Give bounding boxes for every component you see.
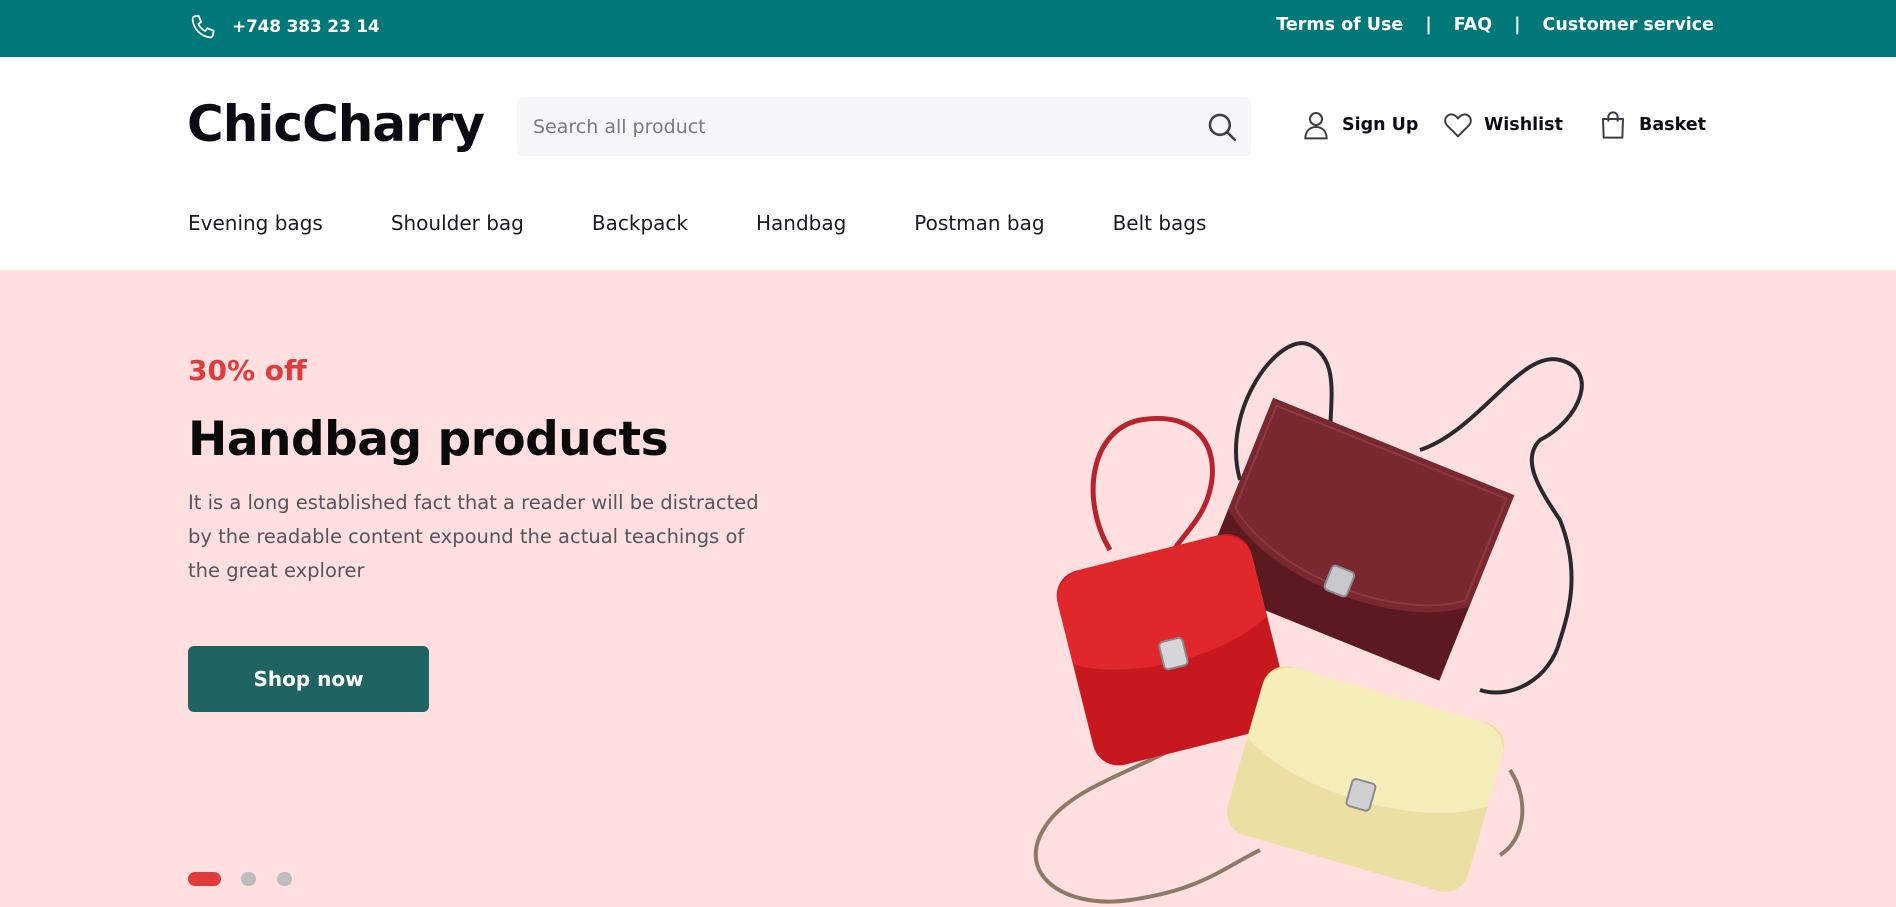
site-logo[interactable]: ChicCharry <box>187 95 485 153</box>
slide-dot-2[interactable] <box>241 872 256 886</box>
wishlist-button[interactable]: Wishlist <box>1442 109 1563 141</box>
top-bar: +748 383 23 14 Terms of Use | FAQ | Cust… <box>0 0 1896 57</box>
terms-of-use-link[interactable]: Terms of Use <box>1276 15 1403 35</box>
category-shoulder-bag[interactable]: Shoulder bag <box>391 211 524 235</box>
user-icon <box>1304 112 1328 140</box>
top-links: Terms of Use | FAQ | Customer service <box>1276 15 1714 35</box>
slide-dot-1[interactable] <box>188 872 221 886</box>
cream-bag-strap-right <box>1498 768 1525 857</box>
separator: | <box>1514 15 1521 35</box>
heart-icon <box>1444 113 1472 138</box>
basket-button[interactable]: Basket <box>1597 109 1706 141</box>
category-handbag[interactable]: Handbag <box>756 211 846 235</box>
handbags-image <box>1033 341 1584 904</box>
search-icon[interactable] <box>1205 110 1239 144</box>
faq-link[interactable]: FAQ <box>1454 15 1492 35</box>
category-backpack[interactable]: Backpack <box>592 211 688 235</box>
search-input[interactable] <box>517 97 1177 156</box>
hero-discount: 30% off <box>188 354 307 387</box>
customer-service-link[interactable]: Customer service <box>1543 15 1715 35</box>
sign-up-label: Sign Up <box>1342 115 1419 135</box>
shopping-bag-icon <box>1602 111 1624 139</box>
hero-title: Handbag products <box>188 412 669 467</box>
search-bar <box>517 97 1251 156</box>
category-evening-bags[interactable]: Evening bags <box>188 211 323 235</box>
category-belt-bags[interactable]: Belt bags <box>1113 211 1207 235</box>
shop-now-button[interactable]: Shop now <box>188 646 429 712</box>
main-header: ChicCharry Sign Up Wishlist Ba <box>0 57 1896 270</box>
slide-dot-3[interactable] <box>277 872 292 886</box>
phone-number: +748 383 23 14 <box>232 17 380 37</box>
phone-icon <box>191 14 215 39</box>
hero-banner: 30% off Handbag products It is a long es… <box>0 270 1896 907</box>
category-postman-bag[interactable]: Postman bag <box>914 211 1044 235</box>
basket-label: Basket <box>1639 115 1706 135</box>
hero-description: It is a long established fact that a rea… <box>188 491 759 582</box>
phone-contact[interactable]: +748 383 23 14 <box>188 12 380 42</box>
separator: | <box>1425 15 1432 35</box>
category-nav: Evening bags Shoulder bag Backpack Handb… <box>188 211 1274 235</box>
slider-dots <box>188 872 292 886</box>
sign-up-button[interactable]: Sign Up <box>1300 109 1418 141</box>
wishlist-label: Wishlist <box>1484 115 1563 135</box>
cream-bag <box>1226 666 1505 892</box>
